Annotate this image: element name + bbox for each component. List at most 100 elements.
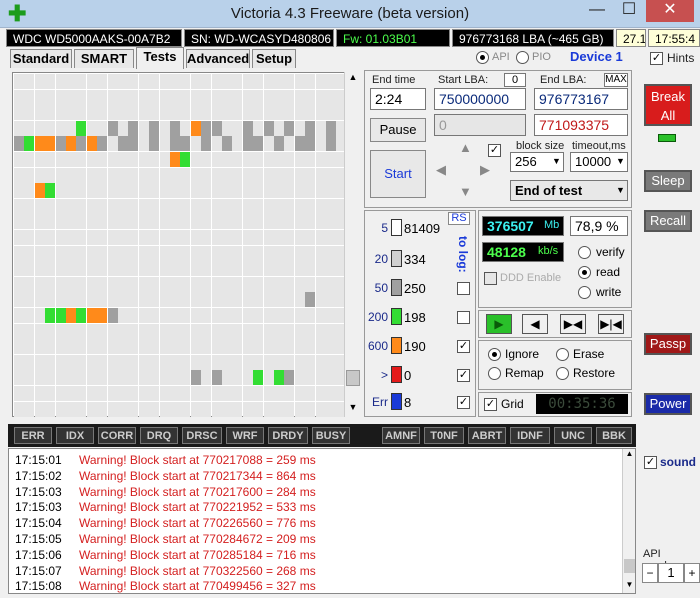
- grid-block: [159, 120, 170, 136]
- skip-end-icon[interactable]: ▶|◀: [598, 314, 624, 334]
- verify-radio[interactable]: [578, 246, 591, 259]
- grid-block: [263, 370, 274, 386]
- end-action-select[interactable]: End of test: [510, 180, 628, 201]
- start-lba-field[interactable]: 750000000: [434, 88, 526, 110]
- tab-standard[interactable]: Standard: [10, 49, 72, 68]
- recall-button[interactable]: Recall: [644, 210, 692, 232]
- grid-block: [34, 136, 45, 152]
- api-radio[interactable]: [476, 51, 489, 64]
- rs-button[interactable]: RS: [448, 212, 470, 225]
- restore-radio[interactable]: [556, 367, 569, 380]
- grid-block: [45, 214, 56, 230]
- write-radio[interactable]: [578, 286, 591, 299]
- log-scroll-down-icon[interactable]: ▼: [623, 580, 636, 589]
- close-button[interactable]: ✕: [646, 0, 694, 22]
- power-button[interactable]: Power: [644, 393, 692, 415]
- log-scroll-thumb[interactable]: [624, 559, 635, 573]
- passp-button[interactable]: Passp: [644, 333, 692, 355]
- ignore-radio[interactable]: [488, 348, 501, 361]
- grid-block: [242, 276, 253, 292]
- tab-tests[interactable]: Tests: [136, 47, 184, 69]
- grid-block: [66, 354, 76, 370]
- grid-scrollbar[interactable]: ▲ ▼: [344, 72, 360, 417]
- sound-checkbox[interactable]: ✓: [644, 456, 657, 469]
- sleep-button[interactable]: Sleep: [644, 170, 692, 192]
- rewind-icon[interactable]: ◀: [522, 314, 548, 334]
- log-checkbox[interactable]: ✓: [457, 340, 470, 353]
- skip-back-icon[interactable]: ▶◀: [560, 314, 586, 334]
- ddd-enable-checkbox[interactable]: [484, 272, 497, 285]
- break-all-button[interactable]: Break All: [644, 84, 692, 126]
- block-size-chevron-down-icon[interactable]: ▼: [552, 156, 561, 166]
- seek-checkbox[interactable]: ✓: [488, 144, 501, 157]
- scroll-thumb[interactable]: [346, 370, 360, 386]
- log-message: Warning! Block start at 770499456 = 327 …: [79, 579, 316, 594]
- log-checkbox[interactable]: ✓: [457, 369, 470, 382]
- log-checkbox[interactable]: [457, 282, 470, 295]
- erase-radio[interactable]: [556, 348, 569, 361]
- pause-button[interactable]: Pause: [370, 118, 426, 142]
- grid-block: [76, 89, 87, 105]
- grid-block: [263, 198, 274, 214]
- end-lba-field[interactable]: 976773167: [534, 88, 628, 110]
- grid-block: [24, 230, 35, 245]
- tab-advanced[interactable]: Advanced: [186, 49, 250, 68]
- end-action-chevron-down-icon[interactable]: ▼: [616, 185, 625, 195]
- timeout-chevron-down-icon[interactable]: ▼: [616, 156, 625, 166]
- end-time-field[interactable]: 2:24: [370, 88, 426, 110]
- end-lba-max-button[interactable]: MAX: [604, 73, 628, 87]
- tab-smart[interactable]: SMART: [74, 49, 134, 68]
- grid-block: [190, 339, 201, 355]
- grid-block: [45, 152, 56, 167]
- block-size-label: block size: [516, 140, 565, 152]
- minimize-button[interactable]: —: [582, 0, 612, 22]
- grid-block: [263, 167, 274, 183]
- start-button[interactable]: Start: [370, 150, 426, 198]
- log-row: 17:15:07 Warning! Block start at 77032256…: [15, 563, 316, 579]
- grid-block: [97, 261, 108, 277]
- grid-block: [45, 183, 56, 199]
- grid-block: [159, 354, 170, 370]
- grid-block: [24, 214, 35, 230]
- grid-block: [201, 401, 212, 417]
- pio-radio[interactable]: [516, 51, 529, 64]
- grid-checkbox[interactable]: ✓: [484, 398, 497, 411]
- scroll-up-icon[interactable]: ▲: [346, 72, 360, 86]
- log-scrollbar[interactable]: ▲ ▼: [622, 449, 635, 593]
- arrow-right-icon[interactable]: ▶: [480, 162, 490, 178]
- grid-block: [222, 354, 232, 370]
- grid-block: [232, 308, 243, 323]
- mb-unit: Mb: [544, 219, 560, 231]
- grid-block: [284, 74, 295, 89]
- grid-block: [284, 105, 295, 121]
- arrow-up-icon[interactable]: ▲: [459, 140, 472, 155]
- grid-block: [107, 308, 118, 323]
- device-label[interactable]: Device 1: [570, 49, 623, 64]
- api-number-field[interactable]: 1: [658, 563, 684, 583]
- grid-block: [14, 183, 24, 199]
- grid-block: [232, 245, 243, 261]
- maximize-button[interactable]: ☐: [614, 0, 644, 22]
- grid-block: [76, 136, 87, 152]
- log-scroll-up-icon[interactable]: ▲: [623, 449, 636, 458]
- remap-radio[interactable]: [488, 367, 501, 380]
- grid-block: [211, 370, 222, 386]
- legend-count: 198: [404, 310, 426, 325]
- grid-block: [118, 152, 128, 167]
- seek-direction-pad[interactable]: ▲ ◀ ▶ ▼: [436, 140, 496, 200]
- read-radio[interactable]: [578, 266, 591, 279]
- scroll-down-icon[interactable]: ▼: [346, 402, 360, 416]
- log-checkbox[interactable]: [457, 311, 470, 324]
- api-number-increment[interactable]: +: [684, 563, 700, 583]
- grid-block: [253, 354, 264, 370]
- grid-block: [34, 354, 45, 370]
- hints-checkbox[interactable]: ✓: [650, 52, 663, 65]
- percent-readout: 78,9 %: [570, 216, 628, 236]
- arrow-down-icon[interactable]: ▼: [459, 184, 472, 199]
- tab-setup[interactable]: Setup: [252, 49, 296, 68]
- play-icon[interactable]: ▶: [486, 314, 512, 334]
- log-checkbox[interactable]: ✓: [457, 396, 470, 409]
- api-number-decrement[interactable]: −: [642, 563, 658, 583]
- current-lba-field[interactable]: 771093375: [534, 114, 628, 136]
- arrow-left-icon[interactable]: ◀: [436, 162, 446, 178]
